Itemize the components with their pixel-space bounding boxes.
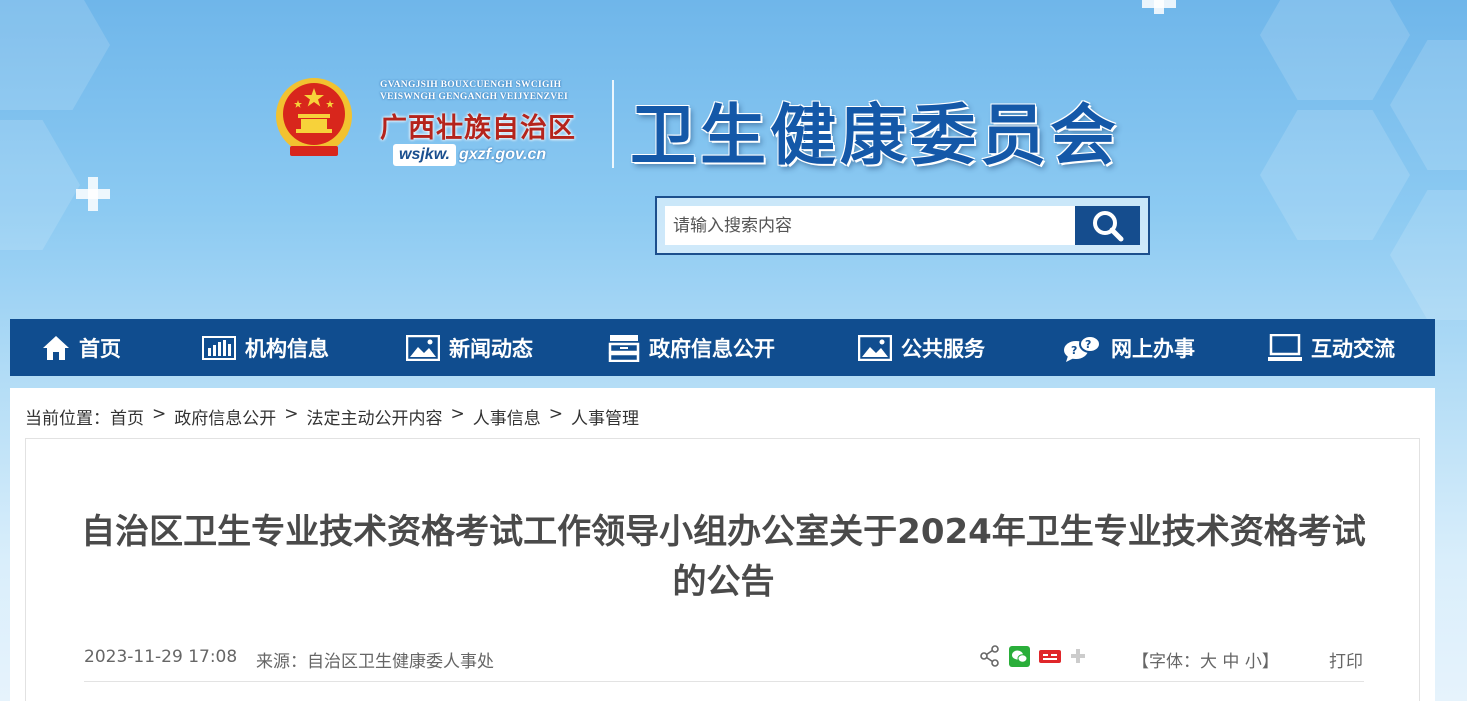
nav-item-public-service[interactable]: 公共服务: [858, 319, 985, 376]
nav-item-label: 机构信息: [245, 336, 329, 361]
nav-item-home[interactable]: 首页: [42, 319, 121, 376]
source-value: 自治区卫生健康委人事处: [307, 652, 494, 672]
header-divider: [612, 80, 614, 168]
svg-text:?: ?: [1071, 344, 1077, 357]
breadcrumb-link-home[interactable]: 首页: [110, 404, 144, 429]
weibo-icon[interactable]: [1039, 646, 1061, 667]
font-size-medium[interactable]: 中: [1222, 652, 1239, 672]
breadcrumb-link-personnel-mgmt[interactable]: 人事管理: [571, 404, 639, 429]
nav-item-online-service[interactable]: ? ? 网上办事: [1062, 319, 1195, 376]
nav-item-label: 政府信息公开: [649, 336, 775, 361]
article-source: 来源：自治区卫生健康委人事处: [256, 647, 494, 672]
cabinet-icon: [608, 334, 640, 362]
share-icon[interactable]: [980, 645, 1000, 667]
national-emblem-icon: [276, 78, 352, 156]
breadcrumb-separator: >: [450, 404, 465, 424]
picture-icon: [406, 334, 440, 361]
site-domain: wsjkw. gxzf.gov.cn: [393, 143, 546, 167]
site-title: 卫生健康委员会: [630, 96, 1120, 174]
nav-item-label: 网上办事: [1111, 336, 1195, 361]
font-size-control: 【字体：大 中 小】: [1132, 647, 1279, 672]
main-nav: 首页 机构信息 新闻动态 政府信息公开 公共服务 ? ? 网上办事 互动交流: [10, 319, 1435, 376]
source-label: 来源：: [256, 652, 307, 672]
nav-item-label: 新闻动态: [449, 336, 533, 361]
nav-item-label: 首页: [79, 336, 121, 361]
search-icon: [1092, 210, 1123, 241]
publish-date: 2023-11-29 17:08: [84, 647, 238, 667]
nav-item-label: 互动交流: [1311, 336, 1395, 361]
chat-icon: ? ?: [1064, 334, 1101, 362]
breadcrumb: 当前位置： 首页 > 政府信息公开 > 法定主动公开内容 > 人事信息 > 人事…: [25, 404, 639, 429]
search-button[interactable]: [1075, 206, 1140, 245]
region-name-chinese: 广西壮族自治区: [380, 113, 576, 144]
breadcrumb-link-personnel-info[interactable]: 人事信息: [473, 404, 541, 429]
article-title: 自治区卫生专业技术资格考试工作领导小组办公室关于2024年卫生专业技术资格考试的…: [81, 512, 1366, 602]
plus-icon[interactable]: [1070, 648, 1086, 664]
home-icon: [43, 335, 69, 360]
nav-item-interaction[interactable]: 互动交流: [1268, 319, 1395, 376]
picture-icon: [858, 334, 892, 361]
nav-item-news[interactable]: 新闻动态: [406, 319, 533, 376]
font-size-large[interactable]: 大: [1200, 652, 1217, 672]
content-panel: 当前位置： 首页 > 政府信息公开 > 法定主动公开内容 > 人事信息 > 人事…: [10, 388, 1435, 701]
site-header: GVANGJSIH BOUXCUENGH SWCIGIH VEISWNGH GE…: [0, 0, 1467, 318]
font-size-label: 【字体：: [1132, 652, 1200, 672]
meta-divider: [84, 681, 1364, 682]
nav-item-label: 公共服务: [901, 336, 985, 361]
breadcrumb-separator: >: [548, 404, 563, 424]
breadcrumb-separator: >: [152, 404, 167, 424]
wechat-icon[interactable]: [1009, 645, 1030, 667]
nav-item-gov-info[interactable]: 政府信息公开: [608, 319, 775, 376]
nav-item-organization[interactable]: 机构信息: [202, 319, 329, 376]
print-button[interactable]: 打印: [1329, 647, 1363, 672]
breadcrumb-separator: >: [284, 404, 299, 424]
article-container: 自治区卫生专业技术资格考试工作领导小组办公室关于2024年卫生专业技术资格考试的…: [25, 438, 1420, 701]
breadcrumb-prefix: 当前位置：: [25, 409, 110, 429]
monitor-icon: [1268, 333, 1302, 361]
article-meta: 2023-11-29 17:08 来源：自治区卫生健康委人事处 【字体：大 中 …: [84, 645, 1364, 673]
font-size-small[interactable]: 小: [1245, 652, 1262, 672]
font-size-label-close: 】: [1261, 652, 1279, 672]
search-box: [655, 196, 1150, 255]
bar-chart-icon: [202, 335, 236, 360]
svg-text:?: ?: [1085, 338, 1091, 351]
breadcrumb-link-gov-info[interactable]: 政府信息公开: [174, 404, 276, 429]
share-bar: [980, 645, 1086, 667]
search-input[interactable]: [665, 206, 1075, 245]
breadcrumb-link-statutory[interactable]: 法定主动公开内容: [307, 404, 443, 429]
region-name-zhuang: GVANGJSIH BOUXCUENGH SWCIGIH VEISWNGH GE…: [380, 80, 569, 102]
